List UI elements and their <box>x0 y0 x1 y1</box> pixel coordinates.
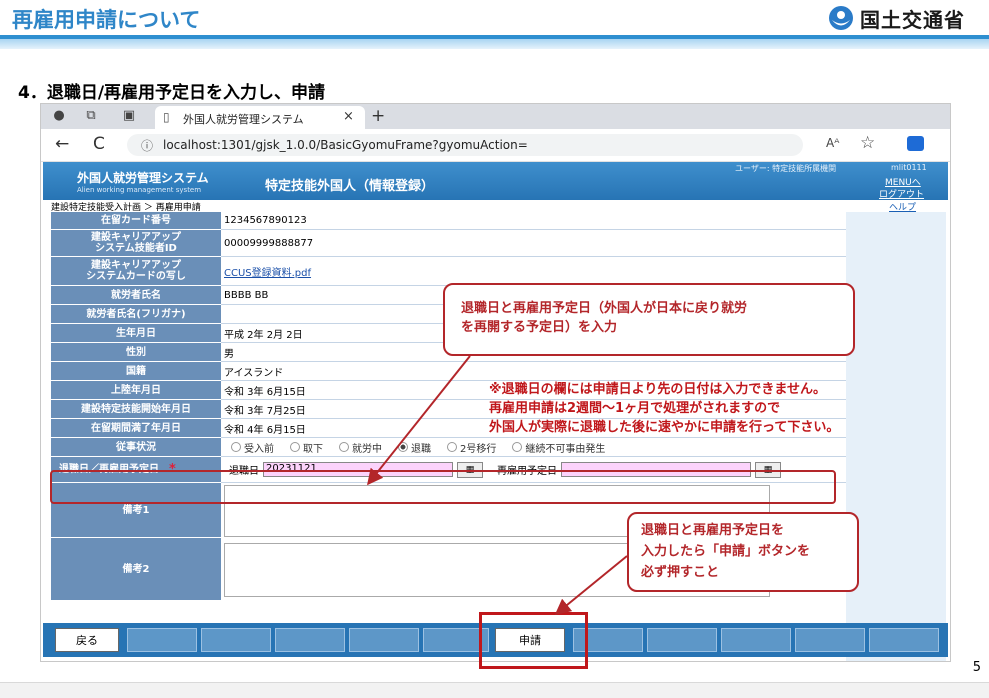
annotation-arrows <box>367 355 628 616</box>
slide-footer <box>0 682 989 698</box>
arrow-to-apply-button <box>554 555 628 616</box>
arrow-to-date-input <box>367 355 471 486</box>
page-number: 5 <box>972 660 981 675</box>
